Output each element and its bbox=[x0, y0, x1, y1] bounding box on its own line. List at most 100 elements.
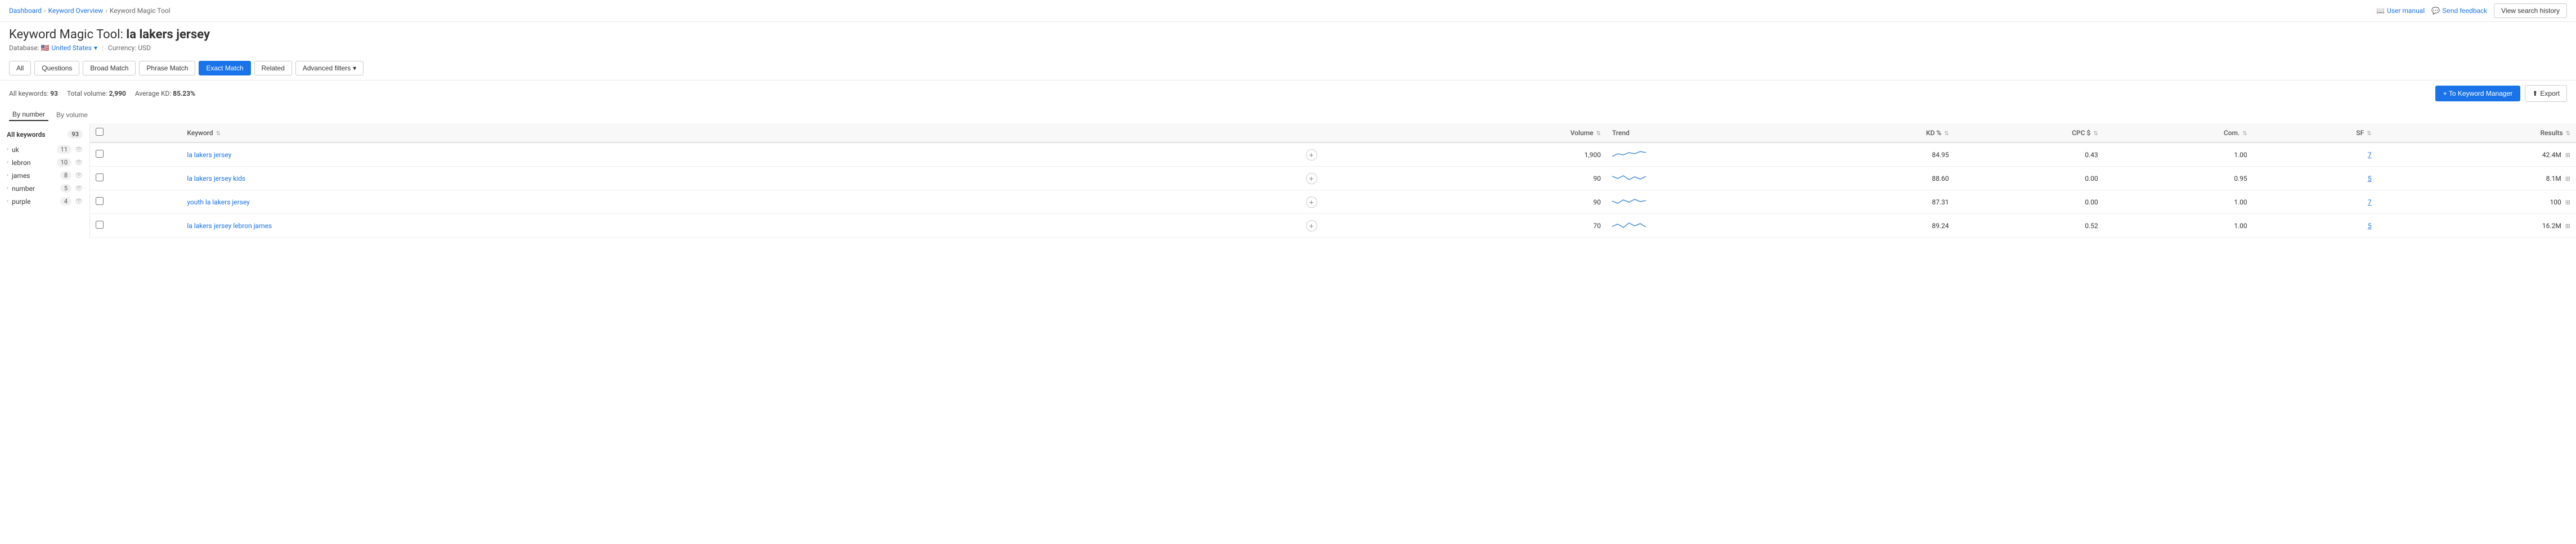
cpc-cell: 0.00 bbox=[1955, 167, 2104, 190]
kd-cell: 88.60 bbox=[1780, 167, 1954, 190]
tab-all[interactable]: All bbox=[9, 61, 31, 75]
results-icon: ⊞ bbox=[2565, 175, 2570, 182]
content-actions: + To Keyword Manager ⬆ Export bbox=[2435, 85, 2567, 102]
add-to-list-button[interactable]: + bbox=[1306, 197, 1317, 208]
keyword-link[interactable]: youth la lakers jersey bbox=[187, 198, 249, 206]
keyword-link[interactable]: la lakers jersey bbox=[187, 151, 231, 159]
tab-broad-match[interactable]: Broad Match bbox=[83, 61, 136, 75]
sort-icon: ⇅ bbox=[2093, 131, 2098, 137]
add-to-list-button[interactable]: + bbox=[1306, 220, 1317, 231]
sf-link[interactable]: 7 bbox=[2368, 151, 2372, 159]
eye-icon: 👁 bbox=[75, 198, 83, 205]
trend-sparkline bbox=[1612, 148, 1646, 159]
results-cell: 8.1M ⊞ bbox=[2377, 167, 2576, 190]
user-manual-link[interactable]: 📖 User manual bbox=[2376, 7, 2425, 15]
eye-icon: 👁 bbox=[75, 172, 83, 179]
volume-cell: 70 bbox=[1408, 214, 1606, 238]
sidebar-item-number[interactable]: › number 5 👁 bbox=[0, 182, 89, 195]
add-to-list-button[interactable]: + bbox=[1306, 173, 1317, 184]
col-header-results[interactable]: Results ⇅ bbox=[2377, 123, 2576, 142]
upload-icon: ⬆ bbox=[2532, 90, 2538, 97]
table-row: la lakers jersey + 1,900 84.95 0.43 1.00… bbox=[90, 142, 2576, 167]
tab-related[interactable]: Related bbox=[254, 61, 292, 75]
sidebar-item-uk[interactable]: › uk 11 👁 bbox=[0, 143, 89, 156]
sidebar-item-purple[interactable]: › purple 4 👁 bbox=[0, 195, 89, 208]
view-toggle: By number By volume bbox=[0, 106, 2576, 123]
volume-cell: 90 bbox=[1408, 190, 1606, 214]
breadcrumb-dashboard[interactable]: Dashboard bbox=[9, 7, 42, 15]
sort-icon: ⇅ bbox=[1596, 131, 1601, 137]
table-area: Keyword ⇅ Volume ⇅ Trend KD % ⇅ CPC $ ⇅ … bbox=[90, 123, 2576, 238]
chevron-down-icon: ▾ bbox=[353, 64, 356, 72]
export-button[interactable]: ⬆ Export bbox=[2525, 85, 2567, 102]
cpc-cell: 0.00 bbox=[1955, 190, 2104, 214]
sort-icon: ⇅ bbox=[216, 131, 221, 137]
view-by-number-button[interactable]: By number bbox=[9, 109, 48, 121]
sidebar: All keywords 93 › uk 11 👁 › lebron 10 👁 bbox=[0, 123, 90, 238]
view-search-history-button[interactable]: View search history bbox=[2494, 3, 2567, 18]
results-cell: 100 ⊞ bbox=[2377, 190, 2576, 214]
chevron-icon: › bbox=[7, 198, 8, 204]
table-row: la lakers jersey lebron james + 70 89.24… bbox=[90, 214, 2576, 238]
trend-cell bbox=[1606, 190, 1780, 214]
col-header-sf[interactable]: SF ⇅ bbox=[2253, 123, 2377, 142]
send-feedback-button[interactable]: 💬 Send feedback bbox=[2431, 7, 2487, 15]
book-icon: 📖 bbox=[2376, 7, 2385, 15]
sort-icon: ⇅ bbox=[2242, 131, 2247, 137]
select-all-checkbox[interactable] bbox=[96, 128, 104, 136]
kd-cell: 89.24 bbox=[1780, 214, 1954, 238]
sf-link[interactable]: 5 bbox=[2368, 222, 2372, 230]
cpc-cell: 0.43 bbox=[1955, 142, 2104, 167]
cpc-cell: 0.52 bbox=[1955, 214, 2104, 238]
sidebar-item-lebron[interactable]: › lebron 10 👁 bbox=[0, 156, 89, 169]
sort-icon: ⇅ bbox=[2566, 131, 2570, 137]
database-selector[interactable]: 🇺🇸 United States ▾ bbox=[41, 44, 97, 52]
table-row: la lakers jersey kids + 90 88.60 0.00 0.… bbox=[90, 167, 2576, 190]
sidebar-header: All keywords 93 bbox=[0, 128, 89, 143]
content-header: All keywords: 93 Total volume: 2,990 Ave… bbox=[0, 81, 2576, 106]
results-icon: ⊞ bbox=[2565, 199, 2570, 206]
com-cell: 1.00 bbox=[2104, 214, 2253, 238]
volume-cell: 90 bbox=[1408, 167, 1606, 190]
sidebar-item-james[interactable]: › james 8 👁 bbox=[0, 169, 89, 182]
results-icon: ⊞ bbox=[2565, 222, 2570, 230]
sf-link[interactable]: 7 bbox=[2368, 198, 2372, 206]
tab-exact-match[interactable]: Exact Match bbox=[199, 61, 250, 75]
chevron-icon: › bbox=[7, 159, 8, 166]
tab-phrase-match[interactable]: Phrase Match bbox=[139, 61, 195, 75]
col-header-kd[interactable]: KD % ⇅ bbox=[1780, 123, 1954, 142]
main-header: Keyword Magic Tool: la lakers jersey Dat… bbox=[0, 22, 2576, 56]
col-header-com[interactable]: Com. ⇅ bbox=[2104, 123, 2253, 142]
chevron-icon: › bbox=[7, 185, 8, 191]
trend-cell bbox=[1606, 214, 1780, 238]
kd-cell: 87.31 bbox=[1780, 190, 1954, 214]
results-icon: ⊞ bbox=[2565, 151, 2570, 159]
breadcrumb-keyword-overview[interactable]: Keyword Overview bbox=[48, 7, 104, 15]
advanced-filters-button[interactable]: Advanced filters ▾ bbox=[295, 61, 363, 75]
tab-questions[interactable]: Questions bbox=[34, 61, 79, 75]
trend-sparkline bbox=[1612, 219, 1646, 230]
table-row: youth la lakers jersey + 90 87.31 0.00 1… bbox=[90, 190, 2576, 214]
volume-cell: 1,900 bbox=[1408, 142, 1606, 167]
page-title: Keyword Magic Tool: la lakers jersey bbox=[9, 28, 2567, 42]
keyword-link[interactable]: la lakers jersey kids bbox=[187, 175, 245, 182]
filter-bar: All Questions Broad Match Phrase Match E… bbox=[0, 56, 2576, 81]
trend-cell bbox=[1606, 167, 1780, 190]
col-header-keyword: Keyword ⇅ bbox=[181, 123, 1300, 142]
add-to-list-button[interactable]: + bbox=[1306, 149, 1317, 160]
results-cell: 16.2M ⊞ bbox=[2377, 214, 2576, 238]
to-keyword-manager-button[interactable]: + To Keyword Manager bbox=[2435, 86, 2521, 101]
trend-sparkline bbox=[1612, 172, 1646, 183]
keyword-link[interactable]: la lakers jersey lebron james bbox=[187, 222, 272, 230]
col-header-volume[interactable]: Volume ⇅ bbox=[1408, 123, 1606, 142]
row-checkbox[interactable] bbox=[96, 197, 104, 205]
layout: All keywords 93 › uk 11 👁 › lebron 10 👁 bbox=[0, 123, 2576, 238]
row-checkbox[interactable] bbox=[96, 150, 104, 158]
eye-icon: 👁 bbox=[75, 185, 83, 192]
row-checkbox[interactable] bbox=[96, 221, 104, 229]
sf-link[interactable]: 5 bbox=[2368, 175, 2372, 182]
view-by-volume-button[interactable]: By volume bbox=[53, 109, 91, 121]
top-actions: 📖 User manual 💬 Send feedback View searc… bbox=[2376, 3, 2567, 18]
col-header-cpc[interactable]: CPC $ ⇅ bbox=[1955, 123, 2104, 142]
row-checkbox[interactable] bbox=[96, 173, 104, 181]
